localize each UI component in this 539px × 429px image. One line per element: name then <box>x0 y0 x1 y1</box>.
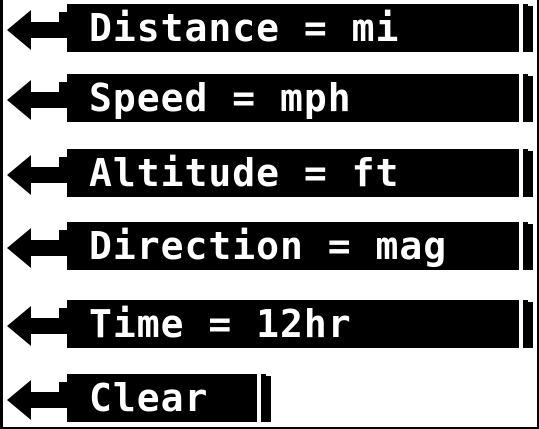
menu-item-altitude-highlight: Altitude = ft <box>67 149 519 197</box>
menu-item-direction-end-bar <box>527 224 533 270</box>
menu-item-distance-end-bar <box>527 6 533 52</box>
menu-item-clear-end-bar <box>265 376 271 422</box>
menu-item-time-highlight: Time = 12hr <box>67 300 519 348</box>
menu-item-time-end-bar <box>527 302 533 348</box>
menu-item-time-label: Time = 12hr <box>89 302 352 347</box>
return-arrow-icon <box>7 155 69 195</box>
settings-menu-screen: Distance = mi Speed = mph Altitude = ft <box>0 0 539 429</box>
return-arrow-icon <box>7 380 69 420</box>
return-arrow-icon <box>7 80 69 120</box>
menu-item-distance-highlight: Distance = mi <box>67 4 519 52</box>
menu-item-speed-highlight: Speed = mph <box>67 74 519 122</box>
menu-item-direction-label: Direction = mag <box>89 224 448 269</box>
menu-item-speed-end-bar <box>527 76 533 122</box>
menu-item-clear-highlight: Clear <box>67 374 257 422</box>
return-arrow-icon <box>7 10 69 50</box>
return-arrow-icon <box>7 306 69 346</box>
menu-item-altitude-label: Altitude = ft <box>89 151 400 196</box>
menu-item-clear-label: Clear <box>89 376 209 421</box>
menu-item-direction-highlight: Direction = mag <box>67 222 519 270</box>
menu-item-distance-label: Distance = mi <box>89 6 400 51</box>
return-arrow-icon <box>7 228 69 268</box>
menu-item-speed-label: Speed = mph <box>89 76 352 121</box>
menu-item-altitude-end-bar <box>527 151 533 197</box>
